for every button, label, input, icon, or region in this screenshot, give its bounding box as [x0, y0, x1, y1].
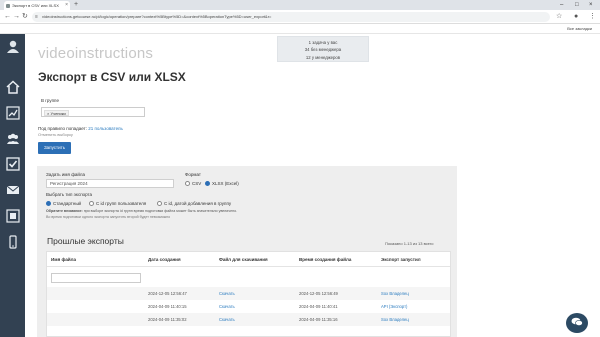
browser-tab-strip: Экспорт в CSV или XLSX × + – □ ×	[0, 0, 600, 10]
notice-second: Во время подготовки одного экспорта запу…	[46, 215, 171, 219]
match-label: Под правило попадает:	[38, 126, 87, 131]
reload-icon[interactable]: ↻	[22, 12, 28, 22]
created-cell: 2024-04-09 11:40:15	[148, 304, 187, 309]
bookmark-star-icon[interactable]: ☆	[556, 12, 562, 22]
type-option-label: Стандартный	[53, 201, 82, 206]
browser-tab[interactable]: Экспорт в CSV или XLSX ×	[4, 1, 70, 10]
header-divider	[47, 266, 450, 267]
info-line: 12 у менеджеров	[305, 54, 341, 60]
export-type-label: Выбрать тип экспорта	[46, 192, 93, 197]
notice-bold: Обратите внимание:	[46, 209, 83, 213]
launched-by-link[interactable]: Sox Владелец	[381, 287, 409, 300]
created-cell: 2024-04-09 11:35:02	[148, 317, 187, 322]
created-cell: 2024-12-05 12:56:47	[148, 291, 187, 296]
file-time-cell: 2024-04-09 11:40:41	[299, 304, 338, 309]
download-link[interactable]: Скачать	[219, 313, 235, 326]
sidebar	[0, 34, 25, 337]
back-icon[interactable]: ←	[4, 12, 11, 22]
format-option-label: CSV	[192, 181, 202, 186]
filename-filter-input[interactable]	[51, 273, 141, 283]
launched-by-link[interactable]: API (Экспорт)	[381, 300, 407, 313]
column-header[interactable]: Экспорт запустил	[381, 257, 421, 262]
column-header[interactable]: Файл для скачивания	[219, 257, 268, 262]
integration-icon[interactable]	[4, 209, 21, 223]
chat-icon	[571, 317, 583, 326]
user-avatar-icon[interactable]	[4, 39, 21, 53]
menu-icon[interactable]: ⋮	[589, 12, 596, 22]
profile-icon[interactable]: ●	[574, 12, 578, 22]
main-content: videoinstructions 1 задача у вас 34 без …	[25, 34, 600, 337]
all-bookmarks[interactable]: Все закладки	[567, 25, 592, 33]
radio-icon[interactable]	[185, 180, 190, 186]
export-panel: Задать имя файла Регистрация 2024 Формат…	[37, 166, 457, 337]
notice-body: при выборе экспорта id групп время подго…	[83, 209, 238, 213]
match-summary: Под правило попадает: 21 пользователь	[38, 126, 123, 131]
group-chip[interactable]: × Ученики	[44, 109, 69, 116]
filename-label: Задать имя файла	[46, 172, 86, 177]
chart-icon[interactable]	[4, 106, 21, 120]
radio-icon[interactable]	[89, 200, 94, 206]
exports-table: Имя файла Дата создания Файл для скачива…	[46, 251, 451, 337]
column-header[interactable]: Имя файла	[51, 257, 76, 262]
match-count-link[interactable]: 21 пользователь	[88, 126, 123, 131]
home-icon[interactable]	[4, 80, 21, 94]
site-info-icon[interactable]: ≡	[35, 12, 38, 22]
download-link[interactable]: Скачать	[219, 300, 235, 313]
url-text: videoinstructions.getcourse.ru/pl/logic/…	[42, 14, 272, 19]
tab-favicon-icon	[6, 3, 10, 8]
file-time-cell: 2024-04-09 11:35:16	[299, 317, 338, 322]
mail-icon[interactable]	[4, 183, 21, 197]
type-option-label: С id, датой добавления в группу	[164, 201, 232, 206]
address-bar[interactable]: ≡ videoinstructions.getcourse.ru/pl/logi…	[32, 12, 550, 22]
table-row: 2024-04-09 11:40:15 Скачать 2024-04-09 1…	[47, 300, 450, 313]
tasks-info-box[interactable]: 1 задача у вас 34 без менеджера 12 у мен…	[277, 36, 369, 62]
info-line: 34 без менеджера	[304, 47, 342, 52]
users-icon[interactable]	[4, 132, 21, 146]
run-button[interactable]: Запустить	[38, 142, 71, 154]
tab-close-icon[interactable]: ×	[65, 1, 68, 10]
filename-input[interactable]: Регистрация 2024	[46, 179, 174, 188]
phone-icon[interactable]	[4, 235, 21, 249]
type-option-standard[interactable]: Стандартный	[46, 200, 81, 208]
radio-selected-icon[interactable]	[205, 180, 210, 186]
format-option-csv[interactable]: CSV	[185, 180, 201, 188]
forward-icon[interactable]: →	[13, 12, 20, 22]
browser-toolbar: ← → ↻ ≡ videoinstructions.getcourse.ru/p…	[0, 10, 600, 24]
column-header[interactable]: Дата создания	[148, 257, 181, 262]
download-link[interactable]: Скачать	[219, 287, 235, 300]
format-option-xlsx[interactable]: XLSX (Excel)	[205, 180, 239, 188]
page-title: Экспорт в CSV или XLSX	[38, 70, 186, 84]
group-select[interactable]: × Ученики	[41, 107, 145, 117]
minimize-icon[interactable]: –	[560, 0, 563, 10]
file-time-cell: 2024-12-05 12:56:49	[299, 291, 338, 296]
radio-icon[interactable]	[157, 200, 162, 206]
close-window-icon[interactable]: ×	[589, 0, 593, 10]
checkbox-icon[interactable]	[4, 157, 21, 171]
launched-by-link[interactable]: Sox Владелец	[381, 313, 409, 326]
format-option-label: XLSX (Excel)	[212, 181, 239, 186]
site-logo[interactable]: videoinstructions	[38, 45, 153, 62]
group-label: В группе	[41, 98, 59, 103]
chat-widget-button[interactable]	[566, 313, 588, 333]
table-row: 2024-04-09 11:35:02 Скачать 2024-04-09 1…	[47, 313, 450, 326]
type-option-group-dates[interactable]: С id, датой добавления в группу	[157, 200, 231, 208]
table-row: 2024-12-05 12:56:47 Скачать 2024-12-05 1…	[47, 287, 450, 300]
format-label: Формат	[185, 172, 201, 177]
maximize-icon[interactable]: □	[575, 0, 579, 10]
type-option-group-ids[interactable]: С id групп пользователя	[89, 200, 146, 208]
new-tab-icon[interactable]: +	[74, 0, 78, 10]
info-line: 1 задача у вас	[308, 39, 338, 45]
column-header[interactable]: Время создания файла	[299, 257, 351, 262]
past-exports-title: Прошлые экспорты	[47, 236, 124, 246]
tab-title: Экспорт в CSV или XLSX	[12, 3, 59, 8]
bookmarks-bar: Все закладки	[0, 24, 600, 34]
notice-text: Обратите внимание: при выборе экспорта i…	[46, 209, 237, 213]
radio-selected-icon[interactable]	[46, 200, 51, 206]
clear-selection-link[interactable]: Отменить выборку	[38, 132, 73, 137]
results-summary: Показано 1-13 из 13 всего	[385, 241, 434, 246]
type-option-label: С id групп пользователя	[96, 201, 147, 206]
